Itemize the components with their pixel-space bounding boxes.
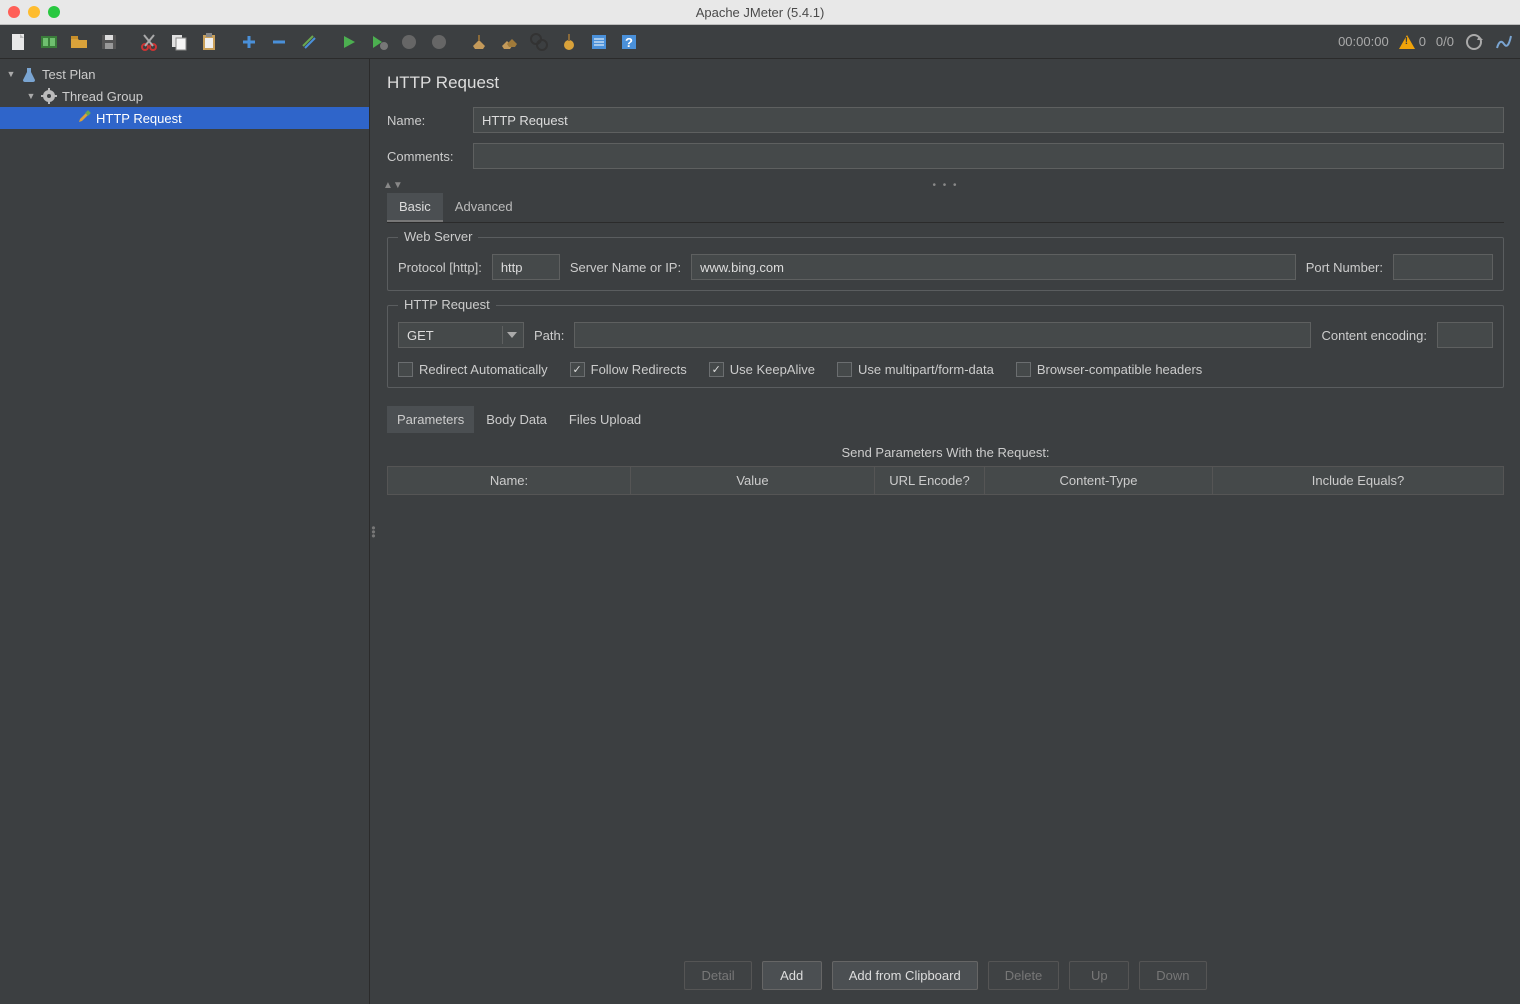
method-select[interactable]: GET bbox=[398, 322, 524, 348]
col-url-encode[interactable]: URL Encode? bbox=[875, 467, 985, 494]
path-input[interactable] bbox=[574, 322, 1311, 348]
follow-redirects-checkbox[interactable]: Follow Redirects bbox=[570, 362, 687, 377]
clear-all-icon[interactable] bbox=[496, 29, 522, 55]
encoding-input[interactable] bbox=[1437, 322, 1493, 348]
keepalive-checkbox[interactable]: Use KeepAlive bbox=[709, 362, 815, 377]
name-input[interactable] bbox=[473, 107, 1504, 133]
elapsed-timer: 00:00:00 bbox=[1338, 34, 1389, 49]
web-server-group: Web Server Protocol [http]: Server Name … bbox=[387, 237, 1504, 291]
http-request-legend: HTTP Request bbox=[398, 297, 496, 312]
expand-arrow-icon[interactable]: ▼ bbox=[6, 69, 16, 79]
remove-icon[interactable] bbox=[266, 29, 292, 55]
warning-icon bbox=[1399, 35, 1415, 49]
collapse-handle[interactable]: ▲▼ • • • bbox=[383, 179, 1508, 191]
comments-label: Comments: bbox=[387, 149, 463, 164]
protocol-input[interactable] bbox=[492, 254, 560, 280]
tree-label: HTTP Request bbox=[96, 111, 182, 126]
delete-button[interactable]: Delete bbox=[988, 961, 1060, 990]
templates-icon[interactable] bbox=[36, 29, 62, 55]
config-tabs: Basic Advanced bbox=[387, 193, 1504, 223]
parameters-heading: Send Parameters With the Request: bbox=[387, 445, 1504, 460]
body-tabs: Parameters Body Data Files Upload bbox=[387, 406, 1504, 433]
name-label: Name: bbox=[387, 113, 463, 128]
add-icon[interactable] bbox=[236, 29, 262, 55]
tree-label: Test Plan bbox=[42, 67, 95, 82]
parameters-area: Send Parameters With the Request: Name: … bbox=[387, 445, 1504, 994]
port-input[interactable] bbox=[1393, 254, 1493, 280]
function-helper-icon[interactable] bbox=[586, 29, 612, 55]
shutdown-icon[interactable] bbox=[426, 29, 452, 55]
down-button[interactable]: Down bbox=[1139, 961, 1206, 990]
subtab-parameters[interactable]: Parameters bbox=[387, 406, 474, 433]
start-icon[interactable] bbox=[336, 29, 362, 55]
add-button[interactable]: Add bbox=[762, 961, 822, 990]
dropper-icon bbox=[74, 109, 92, 127]
vertical-splitter[interactable]: ••• bbox=[370, 59, 377, 1004]
titlebar: Apache JMeter (5.4.1) bbox=[0, 0, 1520, 25]
web-server-legend: Web Server bbox=[398, 229, 478, 244]
server-name-input[interactable] bbox=[691, 254, 1296, 280]
search-icon[interactable] bbox=[526, 29, 552, 55]
loop-icon[interactable] bbox=[1464, 32, 1484, 52]
editor-panel: HTTP Request Name: Comments: ▲▼ • • • Ba… bbox=[377, 59, 1520, 1004]
parameters-buttons: Detail Add Add from Clipboard Delete Up … bbox=[387, 943, 1504, 994]
start-no-pause-icon[interactable] bbox=[366, 29, 392, 55]
page-title: HTTP Request bbox=[387, 73, 1504, 93]
detail-button[interactable]: Detail bbox=[684, 961, 751, 990]
redirect-auto-checkbox[interactable]: Redirect Automatically bbox=[398, 362, 548, 377]
path-label: Path: bbox=[534, 328, 564, 343]
tree-label: Thread Group bbox=[62, 89, 143, 104]
thread-count: 0/0 bbox=[1436, 34, 1454, 49]
up-button[interactable]: Up bbox=[1069, 961, 1129, 990]
paste-icon[interactable] bbox=[196, 29, 222, 55]
tree-node-test-plan[interactable]: ▼ Test Plan bbox=[0, 63, 369, 85]
reset-search-icon[interactable] bbox=[556, 29, 582, 55]
tree-node-http-request[interactable]: HTTP Request bbox=[0, 107, 369, 129]
parameters-table[interactable]: Name: Value URL Encode? Content-Type Inc… bbox=[387, 466, 1504, 495]
copy-icon[interactable] bbox=[166, 29, 192, 55]
flask-icon bbox=[20, 65, 38, 83]
jmeter-logo-icon bbox=[1494, 32, 1514, 52]
subtab-files-upload[interactable]: Files Upload bbox=[559, 406, 651, 433]
http-request-group: HTTP Request GET Path: Content encoding:… bbox=[387, 305, 1504, 388]
col-include-equals[interactable]: Include Equals? bbox=[1213, 467, 1503, 494]
tab-advanced[interactable]: Advanced bbox=[443, 193, 525, 222]
gear-icon bbox=[40, 87, 58, 105]
protocol-label: Protocol [http]: bbox=[398, 260, 482, 275]
multipart-checkbox[interactable]: Use multipart/form-data bbox=[837, 362, 994, 377]
port-label: Port Number: bbox=[1306, 260, 1383, 275]
toolbar: ? 00:00:00 0 0/0 bbox=[0, 25, 1520, 59]
window-title: Apache JMeter (5.4.1) bbox=[0, 5, 1520, 20]
expand-arrow-icon[interactable]: ▼ bbox=[26, 91, 36, 101]
add-from-clipboard-button[interactable]: Add from Clipboard bbox=[832, 961, 978, 990]
warning-indicator[interactable]: 0 bbox=[1399, 34, 1426, 49]
main-area: ▼ Test Plan ▼ Thread Group HTTP Request … bbox=[0, 59, 1520, 1004]
tab-basic[interactable]: Basic bbox=[387, 193, 443, 222]
test-plan-tree[interactable]: ▼ Test Plan ▼ Thread Group HTTP Request bbox=[0, 59, 370, 1004]
new-icon[interactable] bbox=[6, 29, 32, 55]
browser-compat-checkbox[interactable]: Browser-compatible headers bbox=[1016, 362, 1202, 377]
col-value[interactable]: Value bbox=[631, 467, 875, 494]
open-icon[interactable] bbox=[66, 29, 92, 55]
cut-icon[interactable] bbox=[136, 29, 162, 55]
stop-icon[interactable] bbox=[396, 29, 422, 55]
col-name[interactable]: Name: bbox=[388, 467, 631, 494]
save-icon[interactable] bbox=[96, 29, 122, 55]
help-icon[interactable]: ? bbox=[616, 29, 642, 55]
comments-input[interactable] bbox=[473, 143, 1504, 169]
server-name-label: Server Name or IP: bbox=[570, 260, 681, 275]
toggle-icon[interactable] bbox=[296, 29, 322, 55]
subtab-body-data[interactable]: Body Data bbox=[476, 406, 557, 433]
col-content-type[interactable]: Content-Type bbox=[985, 467, 1213, 494]
svg-text:?: ? bbox=[625, 35, 633, 50]
encoding-label: Content encoding: bbox=[1321, 328, 1427, 343]
clear-icon[interactable] bbox=[466, 29, 492, 55]
tree-node-thread-group[interactable]: ▼ Thread Group bbox=[0, 85, 369, 107]
